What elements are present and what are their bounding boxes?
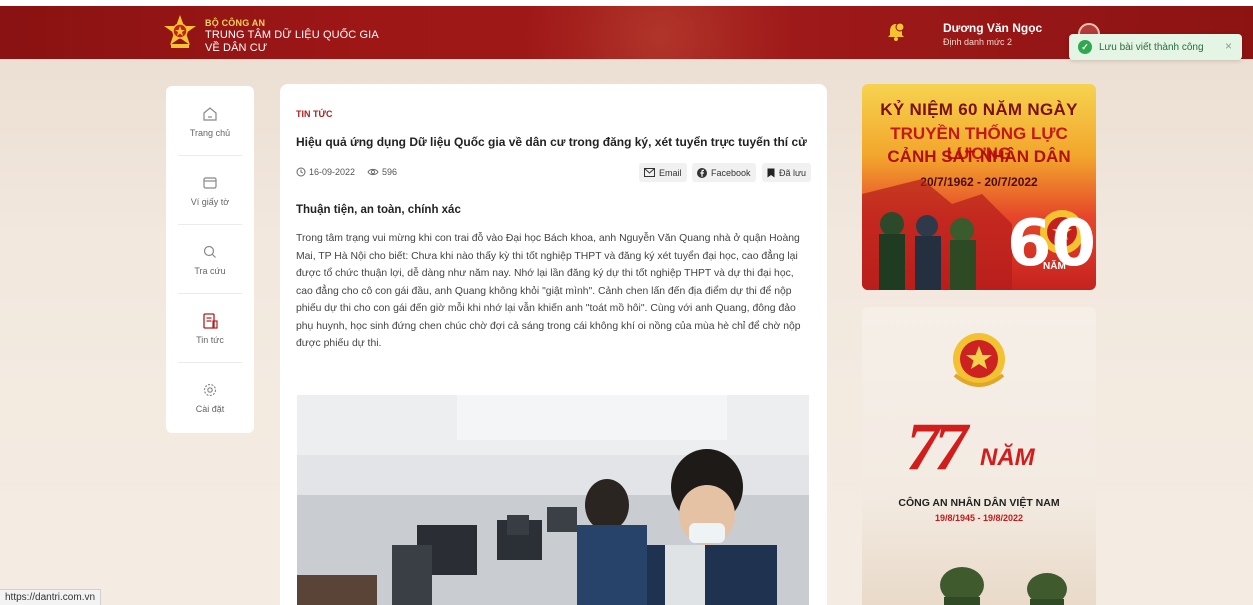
classroom-photo-illustration <box>297 395 809 605</box>
sidebar-item-label: Trang chủ <box>189 128 231 138</box>
wallet-icon <box>203 177 217 189</box>
anniversary-banner-77[interactable]: 77 NĂM CÔNG AN NHÂN DÂN VIỆT NAM 19/8/19… <box>862 307 1096 605</box>
link-hover-url: https://dantri.com.vn <box>0 589 102 605</box>
article-date: 16-09-2022 <box>309 167 356 177</box>
user-identity-level: Định danh mức 2 <box>943 37 1013 47</box>
success-toast: ✓ Lưu bài viết thành công × <box>1069 34 1242 60</box>
sidebar-item-label: Tin tức <box>196 335 224 345</box>
share-email-button[interactable]: Email <box>639 163 687 182</box>
toast-message: Lưu bài viết thành công <box>1099 41 1204 53</box>
police-emblem-logo[interactable] <box>163 14 197 50</box>
center-name-line2: VỀ DÂN CƯ <box>205 42 268 54</box>
article-photo <box>297 395 809 605</box>
bell-icon[interactable] <box>885 21 907 43</box>
bookmark-icon <box>767 168 775 177</box>
article-category[interactable]: TIN TỨC <box>296 109 332 119</box>
sidebar-item-news[interactable]: Tin tức <box>166 293 254 362</box>
sidebar-item-settings[interactable]: Cài đặt <box>166 362 254 431</box>
article-body: Trong tâm trạng vui mừng khi con trai đỗ… <box>296 233 801 349</box>
org-name: BỘ CÔNG AN <box>205 18 266 28</box>
share-facebook-label: Facebook <box>711 167 751 178</box>
sidebar-nav: Trang chủ Ví giấy tờ Tra cứu Tin tức Cài… <box>166 86 254 433</box>
article-title: Hiệu quả ứng dụng Dữ liệu Quốc gia về dâ… <box>296 135 807 149</box>
banner2-nam: NĂM <box>980 444 1035 471</box>
gear-icon <box>203 383 217 397</box>
search-icon <box>203 245 216 258</box>
share-email-label: Email <box>659 167 682 178</box>
eye-icon <box>367 168 379 176</box>
saved-bookmark-button[interactable]: Đã lưu <box>762 163 812 182</box>
center-name-line1: TRUNG TÂM DỮ LIỆU QUỐC GIA <box>205 29 379 41</box>
article-card: TIN TỨC Hiệu quả ứng dụng Dữ liệu Quốc g… <box>280 84 827 605</box>
saved-label: Đã lưu <box>779 167 807 178</box>
facebook-icon <box>697 167 707 178</box>
check-circle-icon: ✓ <box>1078 40 1092 54</box>
sidebar-item-search[interactable]: Tra cứu <box>166 224 254 293</box>
views-count: 596 <box>382 167 398 177</box>
sidebar-item-label: Ví giấy tờ <box>190 197 230 207</box>
news-icon <box>203 313 218 329</box>
banner2-caption: CÔNG AN NHÂN DÂN VIỆT NAM <box>898 497 1060 509</box>
anniversary-banner-60[interactable]: KỶ NIỆM 60 NĂM NGÀY TRUYỀN THỐNG LỰC LƯỢ… <box>862 84 1096 290</box>
clock-icon <box>296 167 306 177</box>
share-facebook-button[interactable]: Facebook <box>692 163 756 182</box>
sidebar-item-label: Cài đặt <box>195 404 225 414</box>
home-icon <box>203 107 217 121</box>
banner2-dates: 19/8/1945 - 19/8/2022 <box>934 513 1024 523</box>
article-meta: 16-09-2022 596 <box>296 167 397 177</box>
close-icon[interactable]: × <box>1225 39 1232 53</box>
banner1-nam: NĂM <box>1043 261 1066 272</box>
article-subheading: Thuận tiện, an toàn, chính xác <box>296 204 461 216</box>
user-name[interactable]: Dương Văn Ngọc <box>943 21 1042 35</box>
banner2-77-number: 77 <box>906 408 968 484</box>
police-badge-illustration <box>940 333 1067 605</box>
top-header: BỘ CÔNG AN TRUNG TÂM DỮ LIỆU QUỐC GIA VỀ… <box>0 0 1253 59</box>
sidebar-item-home[interactable]: Trang chủ <box>166 86 254 155</box>
sidebar-item-label: Tra cứu <box>194 266 226 276</box>
article-views: 596 <box>367 167 397 177</box>
mail-icon <box>644 168 655 177</box>
sidebar-item-wallet[interactable]: Ví giấy tờ <box>166 155 254 224</box>
